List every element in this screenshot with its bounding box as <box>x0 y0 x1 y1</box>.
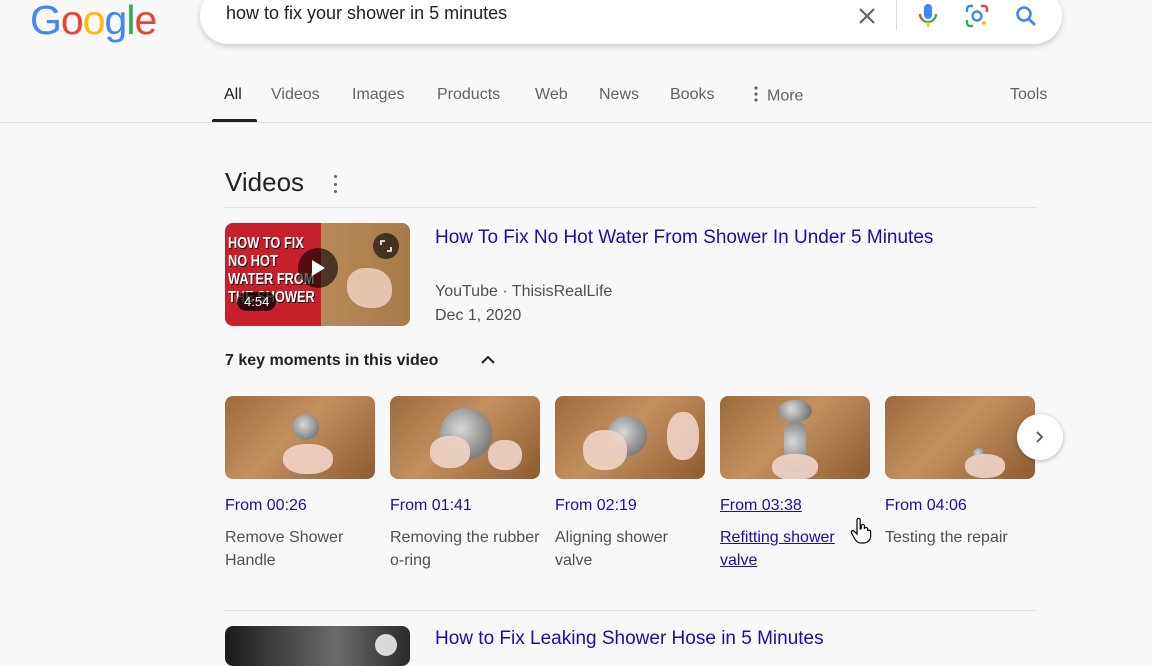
tab-news[interactable]: News <box>599 86 639 104</box>
lens-icon[interactable] <box>962 1 992 31</box>
key-moment-thumbnail[interactable] <box>720 396 870 479</box>
key-moment-time[interactable]: From 00:26 <box>225 497 307 515</box>
key-moment-thumbnail[interactable] <box>225 396 375 479</box>
video-source: YouTube · ThisisRealLife <box>435 283 613 300</box>
search-bar[interactable]: how to fix your shower in 5 minutes <box>200 0 1062 44</box>
section-title: Videos <box>225 167 305 197</box>
tab-images[interactable]: Images <box>352 86 404 104</box>
play-icon[interactable] <box>298 248 338 288</box>
badge-icon <box>375 634 397 656</box>
search-input[interactable]: how to fix your shower in 5 minutes <box>226 3 507 24</box>
tab-more[interactable]: More <box>753 86 803 107</box>
hand-cursor-icon <box>850 517 872 544</box>
search-icon[interactable] <box>1011 1 1041 31</box>
more-kebab-icon <box>753 86 759 107</box>
search-tabs: All Videos Images Products Web News Book… <box>0 72 1152 123</box>
key-moment-card[interactable]: From 03:38 Refitting shower valve <box>720 396 870 569</box>
section-divider <box>225 207 1037 208</box>
key-moment-thumbnail[interactable] <box>555 396 705 479</box>
google-logo[interactable]: Google <box>30 0 157 42</box>
key-moment-card[interactable]: From 02:19 Aligning shower valve <box>555 396 705 569</box>
tab-books[interactable]: Books <box>670 86 714 104</box>
tab-more-label: More <box>767 87 804 105</box>
result-divider <box>225 610 1037 611</box>
tab-products[interactable]: Products <box>437 86 500 104</box>
section-menu-icon[interactable] <box>328 174 342 194</box>
key-moment-label[interactable]: Refitting shower valve <box>720 526 870 572</box>
key-moment-card[interactable]: From 01:41 Removing the rubber o-ring <box>390 396 540 569</box>
video-duration: 4:54 <box>237 292 277 311</box>
key-moment-time[interactable]: From 03:38 <box>720 497 802 515</box>
active-tab-indicator <box>212 119 257 122</box>
key-moment-label[interactable]: Testing the repair <box>885 526 1035 549</box>
video-title-link[interactable]: How To Fix No Hot Water From Shower In U… <box>435 227 933 249</box>
next-moments-button[interactable] <box>1017 414 1063 460</box>
key-moment-time[interactable]: From 04:06 <box>885 497 967 515</box>
search-divider <box>896 0 897 30</box>
thumbnail-hand-image <box>347 268 392 308</box>
video-thumbnail[interactable]: HOW TO FIX NO HOT WATER FROM THE SHOWER … <box>225 223 410 326</box>
key-moment-card[interactable]: From 04:06 Testing the repair <box>885 396 1035 546</box>
key-moments-title: 7 key moments in this video <box>225 352 439 369</box>
key-moment-label[interactable]: Removing the rubber o-ring <box>390 526 540 572</box>
key-moment-card[interactable]: From 00:26 Remove Shower Handle <box>225 396 375 569</box>
key-moment-label[interactable]: Remove Shower Handle <box>225 526 375 572</box>
clear-icon[interactable] <box>852 1 882 31</box>
expand-icon[interactable] <box>373 233 399 259</box>
tab-videos[interactable]: Videos <box>271 86 320 104</box>
key-moment-time[interactable]: From 02:19 <box>555 497 637 515</box>
tab-all[interactable]: All <box>224 86 242 104</box>
key-moment-label[interactable]: Aligning shower valve <box>555 526 705 572</box>
key-moment-time[interactable]: From 01:41 <box>390 497 472 515</box>
key-moment-thumbnail[interactable] <box>885 396 1035 479</box>
video-title-link[interactable]: How to Fix Leaking Shower Hose in 5 Minu… <box>435 628 824 650</box>
video-thumbnail[interactable] <box>225 626 410 666</box>
chevron-up-icon[interactable] <box>478 350 498 370</box>
tab-tools[interactable]: Tools <box>1010 86 1047 104</box>
microphone-icon[interactable] <box>913 1 943 31</box>
video-date: Dec 1, 2020 <box>435 307 522 324</box>
key-moment-thumbnail[interactable] <box>390 396 540 479</box>
tab-web[interactable]: Web <box>535 86 568 104</box>
chevron-right-icon <box>1036 431 1044 443</box>
